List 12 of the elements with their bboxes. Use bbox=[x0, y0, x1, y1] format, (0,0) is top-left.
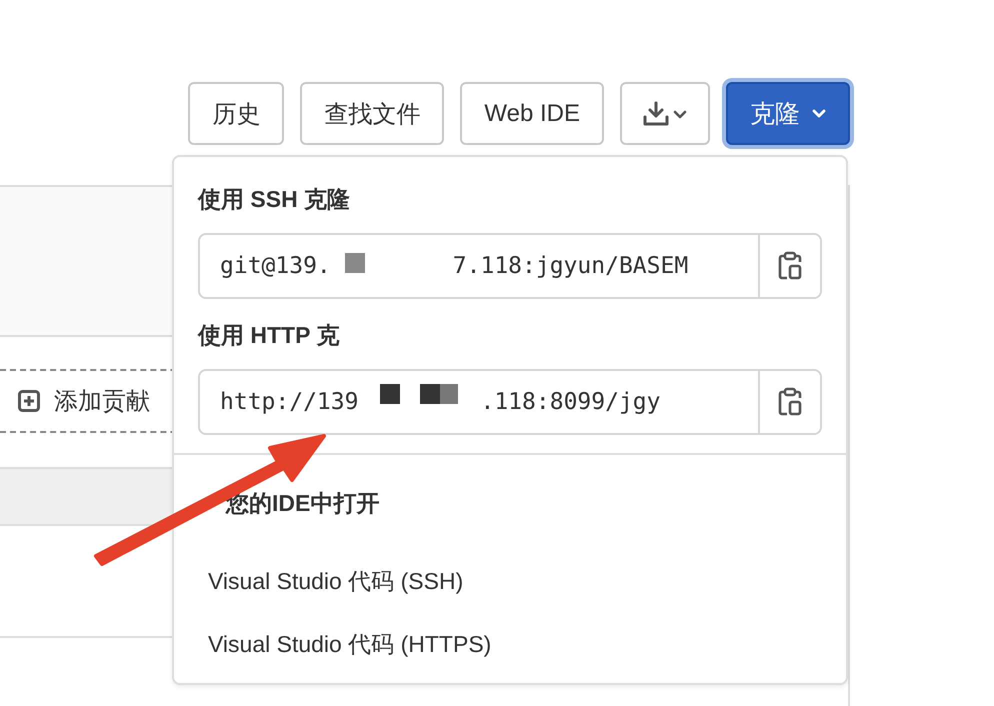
download-button[interactable] bbox=[620, 82, 710, 145]
section-title: 使用 HTTP 克 bbox=[198, 321, 340, 350]
toolbar-button[interactable]: 查找文件 bbox=[300, 82, 444, 145]
download-icon bbox=[642, 98, 688, 128]
toolbar-button[interactable]: Web IDE bbox=[460, 82, 604, 145]
add-contributor-link[interactable]: 添加贡献 bbox=[54, 385, 150, 417]
menu-item[interactable]: Visual Studio 代码 (HTTPS) bbox=[174, 612, 846, 675]
caret-icon bbox=[812, 108, 826, 118]
add-icon bbox=[18, 390, 40, 412]
toolbar-button[interactable]: 历史 bbox=[188, 82, 284, 145]
menu-item[interactable]: Visual Studio 代码 (SSH) bbox=[174, 549, 846, 612]
section-title: 使用 SSH 克隆 bbox=[198, 185, 352, 214]
